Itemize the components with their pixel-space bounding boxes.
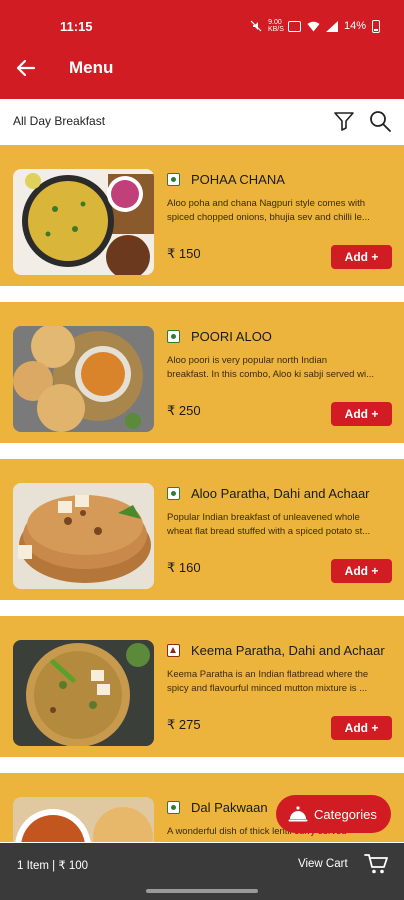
food-image-dal-pakwaan	[13, 797, 154, 842]
search-icon[interactable]	[368, 109, 392, 133]
cart-summary: 1 Item | ₹ 100	[17, 860, 89, 872]
food-image-keema-paratha	[13, 640, 154, 746]
description-line-2: spiced chopped onions, bhujia sev and ch…	[167, 212, 370, 223]
description-line-2: spicy and flavourful minced mutton mixtu…	[167, 683, 368, 694]
item-price: ₹ 250	[167, 403, 201, 418]
mute-icon	[250, 20, 262, 32]
food-image-poori-aloo	[13, 326, 154, 432]
menu-item-card[interactable]: Aloo Paratha, Dahi and Achaar Popular In…	[0, 459, 404, 600]
description-line-1: Aloo poha and chana Nagpuri style comes …	[167, 198, 366, 209]
battery-icon	[372, 19, 380, 33]
veg-indicator-icon	[167, 487, 180, 500]
item-name: POORI ALOO	[191, 329, 272, 344]
veg-indicator-icon	[167, 173, 180, 186]
wifi-icon	[307, 21, 320, 31]
menu-list: POHAA CHANA Aloo poha and chana Nagpuri …	[0, 145, 404, 842]
nonveg-indicator-icon	[167, 644, 180, 657]
sim-icon	[287, 20, 301, 32]
filter-icon[interactable]	[333, 110, 355, 132]
cloche-icon	[288, 806, 308, 822]
back-arrow-icon[interactable]	[14, 56, 38, 80]
item-name: POHAA CHANA	[191, 172, 285, 187]
add-to-cart-button[interactable]: Add +	[331, 402, 392, 426]
item-description: Popular Indian breakfast of unleavened w…	[167, 511, 391, 539]
status-bar: 11:15 9.00 KB/S 14%	[0, 0, 404, 40]
categories-label: Categories	[314, 806, 377, 822]
menu-item-card[interactable]: POHAA CHANA Aloo poha and chana Nagpuri …	[0, 145, 404, 286]
veg-indicator-icon	[167, 801, 180, 814]
categories-button[interactable]: Categories	[276, 795, 391, 833]
app-header: 11:15 9.00 KB/S 14% Menu	[0, 0, 404, 99]
add-to-cart-button[interactable]: Add +	[331, 559, 392, 583]
network-speed: 9.00 KB/S	[267, 19, 284, 33]
battery-percent: 14%	[343, 20, 366, 32]
status-icons: 9.00 KB/S 14%	[250, 19, 380, 33]
add-to-cart-button[interactable]: Add +	[331, 716, 392, 740]
category-label: All Day Breakfast	[13, 114, 106, 128]
menu-item-card[interactable]: Keema Paratha, Dahi and Achaar Keema Par…	[0, 616, 404, 757]
description-line-1: Popular Indian breakfast of unleavened w…	[167, 512, 360, 523]
add-to-cart-button[interactable]: Add +	[331, 245, 392, 269]
item-description: Aloo poha and chana Nagpuri style comes …	[167, 197, 391, 225]
item-price: ₹ 160	[167, 560, 201, 575]
description-line-1: Aloo poori is very popular north Indian	[167, 355, 328, 366]
signal-icon	[325, 20, 338, 32]
cart-icon[interactable]	[364, 853, 388, 875]
description-line-2: wheat flat bread stuffed with a spiced p…	[167, 526, 371, 537]
item-description: Keema Paratha is an Indian flatbread whe…	[167, 668, 391, 696]
item-name: Keema Paratha, Dahi and Achaar	[191, 643, 385, 658]
status-time: 11:15	[60, 19, 93, 34]
food-image-aloo-paratha	[13, 483, 154, 589]
item-name: Dal Pakwaan	[191, 800, 268, 815]
food-image-pohaa-chana	[13, 169, 154, 275]
item-name: Aloo Paratha, Dahi and Achaar	[191, 486, 370, 501]
menu-item-card[interactable]: POORI ALOO Aloo poori is very popular no…	[0, 302, 404, 443]
item-price: ₹ 150	[167, 246, 201, 261]
item-description: Aloo poori is very popular north Indian …	[167, 354, 391, 382]
item-price: ₹ 275	[167, 717, 201, 732]
description-line-2: breakfast. In this combo, Aloo ki sabji …	[167, 369, 374, 380]
description-line-1: Keema Paratha is an Indian flatbread whe…	[167, 669, 369, 680]
veg-indicator-icon	[167, 330, 180, 343]
gesture-home-bar[interactable]	[146, 889, 258, 893]
view-cart-link[interactable]: View Cart	[298, 858, 348, 870]
page-title: Menu	[69, 58, 114, 77]
